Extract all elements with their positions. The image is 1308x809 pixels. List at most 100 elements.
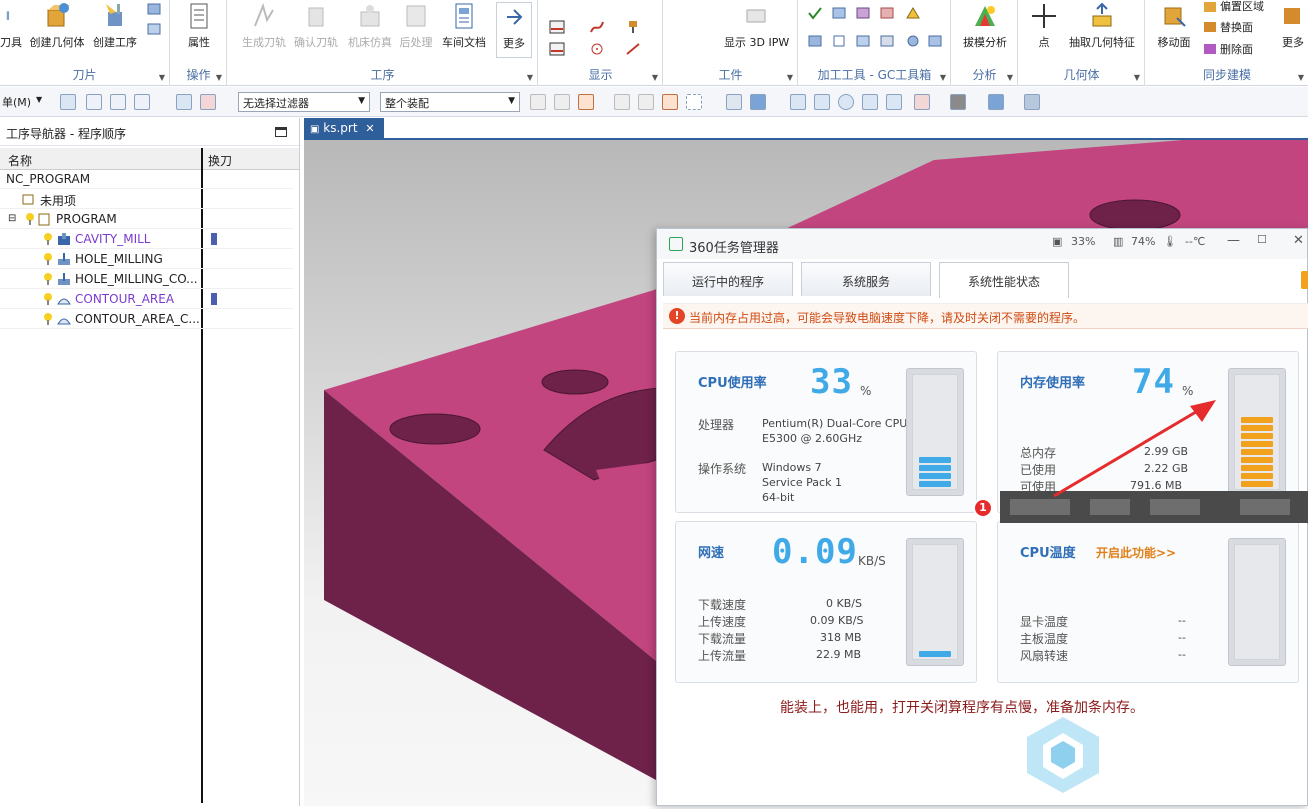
col-name-header[interactable]: 名称 [8, 152, 32, 169]
file-tab[interactable]: ▣ ks.prt ✕ [304, 118, 384, 140]
small-tool-icon[interactable] [146, 2, 162, 16]
enable-temp-link[interactable]: 开启此功能>> [1096, 544, 1176, 561]
tree-row[interactable]: CONTOUR_AREA_C... [0, 309, 293, 329]
snap-icon[interactable] [614, 94, 630, 110]
maximize-icon[interactable]: ☐ [1257, 233, 1267, 246]
tree-row[interactable]: NC_PROGRAM [0, 169, 293, 189]
render-icon[interactable] [988, 94, 1004, 110]
display-icon[interactable] [549, 42, 565, 56]
tool-button[interactable]: 刀具 [0, 2, 22, 50]
tree-row[interactable]: HOLE_MILLING [0, 249, 293, 269]
tree-row[interactable]: 未用项 [0, 189, 293, 209]
chevron-down-icon[interactable]: ▼ [216, 73, 222, 82]
select-icon[interactable] [134, 94, 150, 110]
chevron-down-icon[interactable]: ▼ [527, 73, 533, 82]
target-icon[interactable] [589, 42, 605, 56]
close-icon[interactable]: ✕ [365, 122, 374, 135]
render-icon[interactable] [1024, 94, 1040, 110]
generate-path-button[interactable]: 生成刀轨 [236, 2, 292, 50]
line-icon[interactable] [625, 42, 641, 56]
offset-region-button[interactable]: 偏置区域 [1220, 0, 1264, 14]
gc-tool-icon[interactable] [831, 34, 847, 48]
snap-icon[interactable] [638, 94, 654, 110]
check-icon[interactable] [807, 6, 823, 20]
point-button[interactable]: 点 [1029, 2, 1059, 50]
post-process-button[interactable]: 后处理 [396, 2, 436, 50]
box-select-icon[interactable] [686, 94, 702, 110]
chevron-down-icon[interactable]: ▼ [1298, 73, 1304, 82]
snap-icon[interactable] [530, 94, 546, 110]
gc-tool-icon[interactable] [879, 34, 895, 48]
chevron-down-icon[interactable]: ▼ [36, 95, 42, 104]
view-icon[interactable] [886, 94, 902, 110]
view-icon[interactable] [790, 94, 806, 110]
gc-tool-icon[interactable] [905, 6, 921, 20]
more-button[interactable]: 更多 [496, 2, 532, 58]
gc-tool-icon[interactable] [905, 34, 921, 48]
tab-performance[interactable]: 系统性能状态 [939, 262, 1069, 298]
filter-select[interactable]: 无选择过滤器 ▼ [238, 92, 370, 112]
draft-analysis-button[interactable]: 拔模分析 [958, 2, 1012, 50]
create-operation-button[interactable]: 创建工序 [92, 2, 138, 50]
tab-running-programs[interactable]: 运行中的程序 [663, 262, 793, 296]
snap-icon[interactable] [554, 94, 570, 110]
move-face-button[interactable]: 移动面 [1154, 2, 1194, 50]
view-icon[interactable] [814, 94, 830, 110]
menu-button[interactable]: 单(M) [2, 94, 31, 110]
chevron-down-icon[interactable]: ▼ [787, 73, 793, 82]
curve-icon[interactable] [589, 20, 605, 34]
side-toggle[interactable] [1301, 271, 1308, 289]
render-icon[interactable] [950, 94, 966, 110]
tree-row[interactable]: CAVITY_MILL [0, 229, 293, 249]
shop-doc-button[interactable]: 车间文档 [438, 2, 490, 50]
chevron-down-icon[interactable]: ▼ [1134, 73, 1140, 82]
collapse-icon[interactable]: ⊟ [8, 213, 16, 224]
machine-sim-button[interactable]: 机床仿真 [344, 2, 396, 50]
tree-row[interactable]: ⊟ PROGRAM [0, 209, 293, 229]
close-icon[interactable]: ✕ [1293, 233, 1304, 248]
assembly-select[interactable]: 整个装配 ▼ [380, 92, 520, 112]
select-icon[interactable] [110, 94, 126, 110]
chevron-down-icon[interactable]: ▼ [652, 73, 658, 82]
gc-tool-icon[interactable] [855, 34, 871, 48]
more-sync-button[interactable]: 更多 [1278, 2, 1308, 50]
select-icon[interactable] [60, 94, 76, 110]
offset-region-icon[interactable] [1202, 0, 1218, 14]
maximize-icon[interactable] [275, 127, 287, 137]
minimize-icon[interactable]: — [1227, 233, 1240, 248]
view-icon[interactable] [862, 94, 878, 110]
tab-system-services[interactable]: 系统服务 [801, 262, 931, 296]
tool-display-icon[interactable] [625, 20, 641, 34]
filter-icon[interactable] [176, 94, 192, 110]
gc-tool-icon[interactable] [831, 6, 847, 20]
chevron-down-icon[interactable]: ▼ [940, 73, 946, 82]
rotate-icon[interactable] [838, 94, 854, 110]
chevron-down-icon[interactable]: ▼ [159, 73, 165, 82]
view-icon[interactable] [750, 94, 766, 110]
display-icon[interactable] [549, 20, 565, 34]
gc-tool-icon[interactable] [807, 34, 823, 48]
create-geometry-button[interactable]: 创建几何体 [28, 2, 86, 50]
select-icon[interactable] [86, 94, 102, 110]
gc-tool-icon[interactable] [927, 34, 943, 48]
filter-icon[interactable] [200, 94, 216, 110]
view-icon[interactable] [914, 94, 930, 110]
replace-face-button[interactable]: 替换面 [1220, 19, 1253, 35]
col-tool-header[interactable]: 换刀 [208, 152, 232, 169]
delete-face-button[interactable]: 删除面 [1220, 41, 1253, 57]
delete-face-icon[interactable] [1202, 42, 1218, 56]
extract-geometry-button[interactable]: 抽取几何特征 [1067, 2, 1137, 50]
small-tool-icon[interactable] [146, 22, 162, 36]
snap-icon[interactable] [578, 94, 594, 110]
tree-row[interactable]: CONTOUR_AREA [0, 289, 293, 309]
chevron-down-icon[interactable]: ▼ [1007, 73, 1013, 82]
properties-button[interactable]: 属性 [179, 2, 219, 50]
tree-row[interactable]: HOLE_MILLING_CO... [0, 269, 293, 289]
verify-path-button[interactable]: 确认刀轨 [290, 2, 342, 50]
snap-icon[interactable] [662, 94, 678, 110]
view-icon[interactable] [726, 94, 742, 110]
show-3d-ipw-button[interactable]: 显示 3D IPW [724, 2, 789, 50]
gc-tool-icon[interactable] [879, 6, 895, 20]
replace-face-icon[interactable] [1202, 20, 1218, 34]
gc-tool-icon[interactable] [855, 6, 871, 20]
